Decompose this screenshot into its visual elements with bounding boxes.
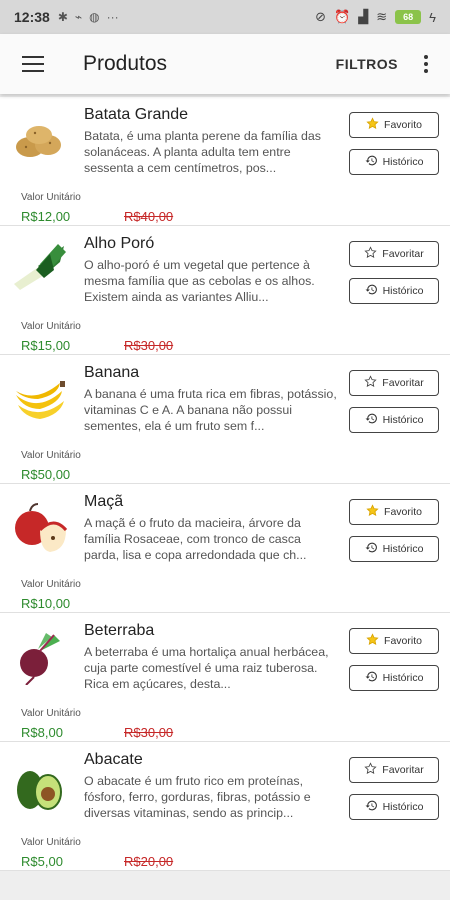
mute-icon: ⊘: [315, 9, 327, 24]
status-bar: 12:38 ✱ ⌁ ◍ ··· ⊘ ⏰ ▟ ≋ 68 ϟ: [0, 0, 450, 34]
product-description: A banana é uma fruta rica em fibras, pot…: [84, 387, 337, 433]
star-outline-icon: [364, 375, 377, 391]
star-filled-icon: [366, 504, 379, 520]
favorite-button[interactable]: Favoritar: [349, 241, 439, 267]
history-icon: [365, 283, 378, 299]
unit-price-label: Valor Unitário: [21, 321, 81, 332]
product-old-price: R$40,00: [124, 209, 174, 224]
favorite-label: Favoritar: [382, 248, 424, 260]
alarm-icon: ⏰: [334, 9, 351, 24]
usb-icon: ⌁: [74, 10, 83, 24]
product-price: R$10,00: [21, 596, 71, 611]
favorite-label: Favorito: [384, 506, 422, 518]
product-name: Abacate: [84, 751, 143, 768]
history-label: Histórico: [382, 285, 424, 297]
product-card[interactable]: Beterraba A beterraba é uma hortaliça an…: [0, 613, 450, 742]
history-label: Histórico: [382, 414, 424, 426]
notification-icon: ◍: [89, 10, 100, 24]
history-icon: [365, 412, 378, 428]
product-card[interactable]: Maçã A maçã é o fruto da macieira, árvor…: [0, 484, 450, 613]
history-button[interactable]: Histórico: [349, 665, 439, 691]
menu-icon[interactable]: [22, 56, 44, 72]
history-icon: [365, 541, 378, 557]
unit-price-label: Valor Unitário: [21, 579, 81, 590]
app-bar: Produtos FILTROS: [0, 34, 450, 94]
history-button[interactable]: Histórico: [349, 278, 439, 304]
history-icon: [365, 670, 378, 686]
favorite-button[interactable]: Favoritar: [349, 757, 439, 783]
charging-icon: ϟ: [429, 9, 436, 25]
history-icon: [365, 154, 378, 170]
product-name: Batata Grande: [84, 106, 189, 123]
banana-icon: [10, 369, 68, 427]
potato-icon: [10, 111, 68, 169]
product-name: Alho Poró: [84, 235, 155, 252]
apple-icon: [10, 498, 68, 556]
unit-price-label: Valor Unitário: [21, 837, 81, 848]
favorite-button[interactable]: Favoritar: [349, 370, 439, 396]
product-old-price: R$20,00: [124, 854, 174, 869]
leek-icon: [10, 240, 68, 298]
product-old-price: R$30,00: [124, 338, 174, 353]
more-notifications-icon: ···: [106, 10, 119, 24]
product-card[interactable]: Alho Poró O alho-poró é um vegetal que p…: [0, 226, 450, 355]
product-card[interactable]: Abacate O abacate é um fruto rico em pro…: [0, 742, 450, 871]
product-name: Maçã: [84, 493, 124, 510]
bluetooth-icon: ✱: [57, 10, 68, 24]
history-button[interactable]: Histórico: [349, 536, 439, 562]
star-filled-icon: [366, 633, 379, 649]
star-filled-icon: [366, 117, 379, 133]
product-list: Batata Grande Batata, é uma planta peren…: [0, 97, 450, 871]
product-description: A maçã é o fruto da macieira, árvore da …: [84, 516, 307, 562]
product-description: A beterraba é uma hortaliça anual herbác…: [84, 645, 329, 691]
product-name: Banana: [84, 364, 140, 381]
filters-button[interactable]: FILTROS: [336, 56, 398, 72]
favorite-label: Favoritar: [382, 377, 424, 389]
star-outline-icon: [364, 246, 377, 262]
history-label: Histórico: [382, 543, 424, 555]
product-price: R$12,00: [21, 209, 71, 224]
favorite-label: Favorito: [384, 119, 422, 131]
favorite-label: Favorito: [384, 635, 422, 647]
beet-icon: [10, 627, 68, 686]
product-old-price: R$30,00: [124, 725, 174, 740]
history-button[interactable]: Histórico: [349, 149, 439, 175]
unit-price-label: Valor Unitário: [21, 192, 81, 203]
battery-icon: 68: [395, 10, 422, 24]
status-time: 12:38: [14, 9, 50, 25]
product-card[interactable]: Batata Grande Batata, é uma planta peren…: [0, 97, 450, 226]
more-options-icon[interactable]: [424, 55, 428, 73]
unit-price-label: Valor Unitário: [21, 450, 81, 461]
product-description: Batata, é uma planta perene da família d…: [84, 129, 321, 175]
favorite-button[interactable]: Favorito: [349, 112, 439, 138]
product-price: R$50,00: [21, 467, 71, 482]
unit-price-label: Valor Unitário: [21, 708, 81, 719]
history-label: Histórico: [382, 672, 424, 684]
wifi-icon: ≋: [376, 9, 388, 24]
product-price: R$8,00: [21, 725, 63, 740]
history-icon: [365, 799, 378, 815]
favorite-label: Favoritar: [382, 764, 424, 776]
history-label: Histórico: [382, 156, 424, 168]
favorite-button[interactable]: Favorito: [349, 499, 439, 525]
signal-icon: ▟: [358, 9, 369, 24]
star-outline-icon: [364, 762, 377, 778]
product-name: Beterraba: [84, 622, 155, 639]
history-button[interactable]: Histórico: [349, 407, 439, 433]
page-title: Produtos: [83, 52, 168, 75]
favorite-button[interactable]: Favorito: [349, 628, 439, 654]
history-button[interactable]: Histórico: [349, 794, 439, 820]
product-card[interactable]: Banana A banana é uma fruta rica em fibr…: [0, 355, 450, 484]
product-description: O alho-poró é um vegetal que pertence à …: [84, 258, 315, 304]
history-label: Histórico: [382, 801, 424, 813]
product-price: R$15,00: [21, 338, 71, 353]
product-description: O abacate é um fruto rico em proteínas, …: [84, 774, 311, 820]
product-price: R$5,00: [21, 854, 63, 869]
avocado-icon: [10, 756, 68, 814]
